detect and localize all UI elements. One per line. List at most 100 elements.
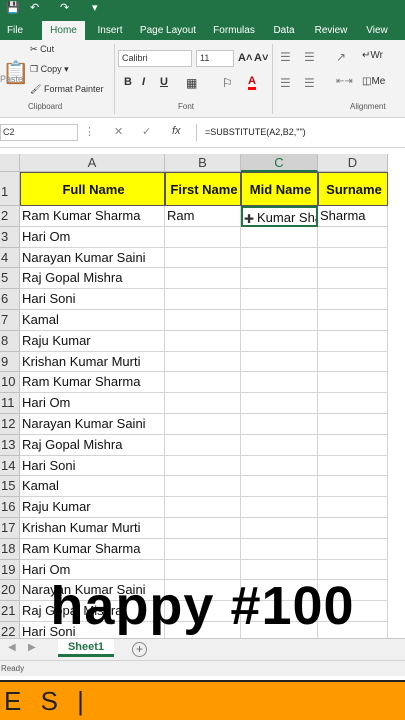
row-header[interactable]: 14 [0, 455, 20, 477]
table-cell[interactable]: Ram [165, 206, 241, 227]
tab-formulas[interactable]: Formulas [208, 21, 260, 40]
table-cell[interactable] [318, 310, 388, 331]
table-cell[interactable] [241, 247, 318, 269]
row-header[interactable]: 11 [0, 393, 20, 414]
table-cell[interactable]: Hari Soni [20, 455, 165, 477]
table-cell[interactable] [165, 226, 241, 248]
tab-home[interactable]: Home [42, 21, 85, 40]
sheet-tab-sheet1[interactable]: Sheet1 [58, 639, 114, 657]
row-header[interactable]: 7 [0, 310, 20, 331]
grow-font-button[interactable]: A˄ [238, 52, 252, 64]
align-top-icon[interactable]: ☰ [280, 50, 291, 64]
table-cell[interactable] [241, 518, 318, 539]
table-cell[interactable]: Raj Gopal Mishra [20, 268, 165, 290]
table-cell[interactable] [165, 372, 241, 394]
customize-icon[interactable]: ▾ [92, 1, 98, 15]
row-header[interactable]: 13 [0, 434, 20, 456]
orientation-icon[interactable]: ↗ [336, 50, 346, 64]
tab-view[interactable]: View [360, 21, 394, 40]
align-center-icon[interactable]: ☰ [304, 76, 315, 90]
table-cell[interactable]: Sharma [318, 206, 388, 227]
font-name-select[interactable]: Calibri [118, 50, 192, 67]
table-cell[interactable] [165, 268, 241, 290]
table-cell[interactable] [165, 538, 241, 560]
table-cell[interactable] [165, 414, 241, 435]
table-cell[interactable]: Raju Kumar [20, 497, 165, 518]
row-header[interactable]: 2 [0, 206, 20, 227]
table-cell[interactable] [241, 330, 318, 352]
header-cell[interactable]: Surname [318, 172, 388, 206]
formula-input[interactable]: =SUBSTITUTE(A2,B2,"") [196, 124, 405, 141]
enter-icon[interactable]: ✓ [142, 125, 151, 138]
row-header[interactable]: 18 [0, 538, 20, 560]
sheet-next-icon[interactable]: ▶ [28, 642, 36, 653]
row-header[interactable]: 9 [0, 351, 20, 373]
table-cell[interactable] [165, 310, 241, 331]
table-cell[interactable] [241, 351, 318, 373]
row-header[interactable]: 3 [0, 226, 20, 248]
copy-button[interactable]: ❐ Copy ▾ [30, 64, 69, 75]
indent-icon[interactable]: ⇤⇥ [336, 76, 353, 87]
table-cell[interactable]: Kamal [20, 476, 165, 498]
table-cell[interactable]: Hari Soni [20, 289, 165, 310]
table-cell[interactable]: Ram Kumar Sharma [20, 372, 165, 394]
table-cell[interactable] [165, 393, 241, 414]
save-icon[interactable]: 💾 [6, 1, 20, 15]
header-cell[interactable]: First Name [165, 172, 241, 206]
table-cell[interactable] [241, 476, 318, 498]
table-cell[interactable]: Kamal [20, 310, 165, 331]
tab-page-layout[interactable]: Page Layout [136, 21, 200, 40]
align-left-icon[interactable]: ☰ [280, 76, 291, 90]
table-cell[interactable] [241, 226, 318, 248]
table-cell[interactable] [318, 455, 388, 477]
table-cell[interactable]: Krishan Kumar Murti [20, 351, 165, 373]
table-cell[interactable] [241, 497, 318, 518]
table-cell[interactable] [318, 351, 388, 373]
row-header[interactable]: 5 [0, 268, 20, 290]
font-color-button[interactable]: A [248, 75, 256, 90]
table-cell[interactable] [318, 330, 388, 352]
table-cell[interactable] [241, 414, 318, 435]
table-cell[interactable] [241, 434, 318, 456]
table-cell[interactable]: Krishan Kumar Murti [20, 518, 165, 539]
table-cell[interactable] [318, 538, 388, 560]
column-header-d[interactable]: D [318, 154, 388, 172]
table-cell[interactable]: Narayan Kumar Saini [20, 414, 165, 435]
undo-icon[interactable]: ↶ [30, 1, 39, 15]
align-middle-icon[interactable]: ☰ [304, 50, 315, 64]
column-header-b[interactable]: B [165, 154, 241, 172]
table-cell[interactable] [165, 247, 241, 269]
table-cell[interactable] [241, 455, 318, 477]
paste-button[interactable]: Paste [0, 74, 23, 84]
table-cell[interactable] [165, 476, 241, 498]
wrap-text-button[interactable]: ↵Wr [362, 50, 383, 61]
table-cell[interactable] [241, 393, 318, 414]
column-header-c[interactable]: C [241, 154, 318, 172]
row-header[interactable]: 4 [0, 247, 20, 269]
tab-insert[interactable]: Insert [90, 21, 130, 40]
format-painter-button[interactable]: 🖌 Format Painter [30, 84, 103, 95]
select-all-corner[interactable] [0, 154, 20, 172]
table-cell[interactable]: Raju Kumar [20, 330, 165, 352]
tab-file[interactable]: File [0, 21, 30, 40]
row-header[interactable]: 16 [0, 497, 20, 518]
table-cell[interactable] [241, 538, 318, 560]
row-header[interactable]: 12 [0, 414, 20, 435]
table-cell[interactable] [318, 289, 388, 310]
shrink-font-button[interactable]: A˅ [254, 52, 268, 64]
table-cell[interactable] [241, 289, 318, 310]
borders-icon[interactable]: ▦ [186, 76, 197, 90]
underline-button[interactable]: U [160, 76, 168, 88]
tab-review[interactable]: Review [310, 21, 352, 40]
row-header[interactable]: 6 [0, 289, 20, 310]
table-cell[interactable] [165, 330, 241, 352]
table-cell[interactable] [165, 497, 241, 518]
header-cell[interactable]: Full Name [20, 172, 165, 206]
table-cell[interactable] [318, 497, 388, 518]
table-cell[interactable] [165, 434, 241, 456]
cut-button[interactable]: ✂ Cut [30, 44, 54, 55]
table-cell[interactable] [318, 393, 388, 414]
fill-color-icon[interactable]: ⚐ [222, 76, 233, 90]
table-cell[interactable] [318, 372, 388, 394]
row-header[interactable]: 1 [0, 172, 20, 206]
